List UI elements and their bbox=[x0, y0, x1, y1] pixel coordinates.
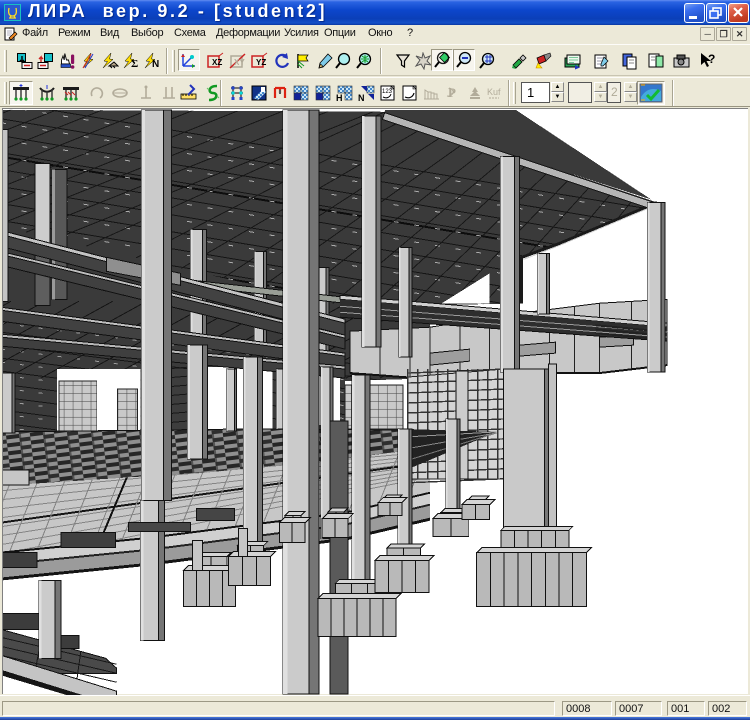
svg-text:N: N bbox=[152, 59, 159, 70]
svg-text:YZ: YZ bbox=[256, 58, 266, 67]
svg-text:XZ: XZ bbox=[212, 58, 222, 67]
svg-text:N: N bbox=[358, 93, 365, 102]
svg-text:Σ: Σ bbox=[131, 58, 138, 70]
svg-text:Kuf: Kuf bbox=[487, 87, 501, 97]
svg-text:H: H bbox=[336, 93, 343, 102]
svg-text:XY: XY bbox=[234, 58, 245, 67]
svg-text:?: ? bbox=[708, 52, 715, 66]
svg-text:P: P bbox=[448, 85, 456, 100]
